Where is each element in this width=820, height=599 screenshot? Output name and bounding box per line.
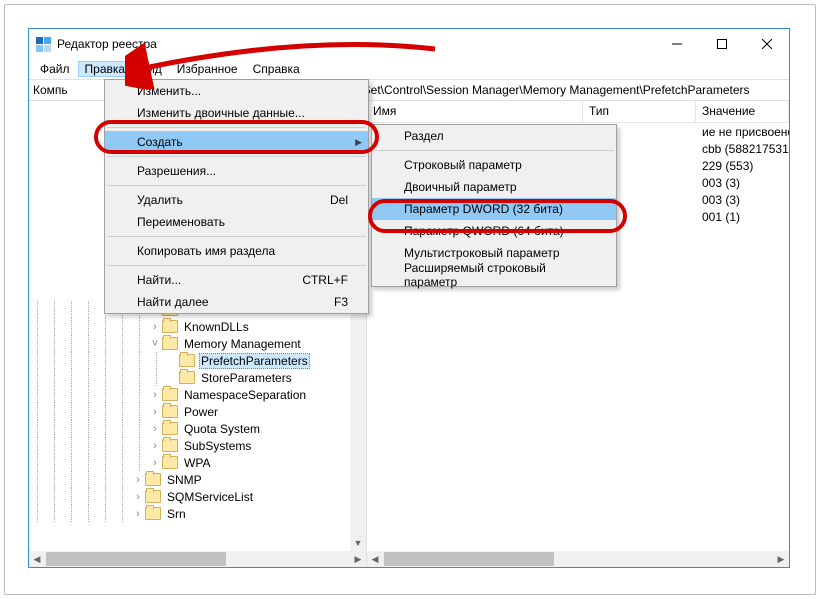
- tree-label: PrefetchParameters: [199, 353, 310, 369]
- menu-view[interactable]: Вид: [133, 61, 169, 77]
- address-suffix: Set\Control\Session Manager\Memory Manag…: [363, 83, 750, 97]
- submenu-arrow-icon: ▶: [355, 137, 362, 148]
- tree-item[interactable]: StoreParameters: [29, 369, 350, 386]
- expander-closed-icon[interactable]: ›: [131, 508, 145, 520]
- tree-item[interactable]: ˅ Memory Management: [29, 335, 350, 352]
- titlebar: Редактор реестра: [29, 29, 789, 59]
- scroll-left-icon[interactable]: ◀: [367, 551, 383, 567]
- tree-item[interactable]: › Power: [29, 403, 350, 420]
- scroll-right-icon[interactable]: ▶: [773, 551, 789, 567]
- folder-icon: [145, 473, 161, 486]
- tree-label: Power: [182, 405, 220, 419]
- app-icon: [35, 36, 51, 52]
- menu-favorites[interactable]: Избранное: [170, 61, 245, 77]
- menu-modify[interactable]: Изменить...: [105, 80, 368, 102]
- scroll-right-icon[interactable]: ▶: [350, 551, 366, 567]
- tree-scrollbar-h[interactable]: ◀ ▶: [29, 551, 366, 567]
- menu-file[interactable]: Файл: [33, 61, 77, 77]
- menu-find[interactable]: Найти...CTRL+F: [105, 269, 368, 291]
- folder-icon: [162, 422, 178, 435]
- expander-closed-icon[interactable]: ›: [148, 389, 162, 401]
- expander-closed-icon[interactable]: ›: [131, 491, 145, 503]
- expander-open-icon[interactable]: ˅: [148, 338, 162, 350]
- menubar: Файл Правка Вид Избранное Справка: [29, 59, 789, 79]
- tree-label: Srn: [165, 507, 188, 521]
- list-value: cbb (588217531): [696, 142, 789, 156]
- scroll-down-icon[interactable]: ▼: [350, 535, 366, 551]
- tree-item[interactable]: › Srn: [29, 505, 350, 522]
- tree-item[interactable]: › Quota System: [29, 420, 350, 437]
- folder-icon: [162, 405, 178, 418]
- tree-label: Memory Management: [182, 337, 303, 351]
- menu-modify-binary[interactable]: Изменить двоичные данные...: [105, 102, 368, 124]
- tree-label: WPA: [182, 456, 212, 470]
- expander-closed-icon[interactable]: ›: [148, 321, 162, 333]
- new-binary[interactable]: Двоичный параметр: [372, 176, 616, 198]
- folder-icon: [162, 320, 178, 333]
- expander-closed-icon[interactable]: ›: [148, 440, 162, 452]
- new-expandstring[interactable]: Расширяемый строковый параметр: [372, 264, 616, 286]
- folder-icon: [179, 354, 195, 367]
- list-value: 229 (553): [696, 159, 789, 173]
- tree-item[interactable]: › WPA: [29, 454, 350, 471]
- tree-item[interactable]: PrefetchParameters: [29, 352, 350, 369]
- address-prefix: Компь: [33, 83, 68, 97]
- menu-new[interactable]: Создать▶: [105, 131, 368, 153]
- scroll-left-icon[interactable]: ◀: [29, 551, 45, 567]
- expander-closed-icon[interactable]: ›: [148, 457, 162, 469]
- new-key[interactable]: Раздел: [372, 125, 616, 147]
- menu-help[interactable]: Справка: [246, 61, 307, 77]
- col-type[interactable]: Тип: [583, 101, 696, 122]
- tree-label: StoreParameters: [199, 371, 294, 385]
- folder-icon: [162, 388, 178, 401]
- tree-label: SNMP: [165, 473, 204, 487]
- tree-item[interactable]: › NamespaceSeparation: [29, 386, 350, 403]
- tree-item[interactable]: › SubSystems: [29, 437, 350, 454]
- list-value: 003 (3): [696, 193, 789, 207]
- list-value: 003 (3): [696, 176, 789, 190]
- new-submenu-dropdown: Раздел Строковый параметр Двоичный парам…: [371, 124, 617, 287]
- list-value: ие не присвоено): [696, 125, 789, 139]
- new-dword[interactable]: Параметр DWORD (32 бита): [372, 198, 616, 220]
- tree-item[interactable]: › KnownDLLs: [29, 318, 350, 335]
- folder-icon: [162, 439, 178, 452]
- menu-permissions[interactable]: Разрешения...: [105, 160, 368, 182]
- menu-find-next[interactable]: Найти далееF3: [105, 291, 368, 313]
- expander-closed-icon[interactable]: ›: [148, 406, 162, 418]
- list-scrollbar-h[interactable]: ◀ ▶: [367, 551, 789, 567]
- new-string[interactable]: Строковый параметр: [372, 154, 616, 176]
- window-title: Редактор реестра: [57, 37, 157, 51]
- menu-rename[interactable]: Переименовать: [105, 211, 368, 233]
- folder-icon: [162, 337, 178, 350]
- close-button[interactable]: [744, 30, 789, 59]
- tree-label: SQMServiceList: [165, 490, 255, 504]
- expander-closed-icon[interactable]: ›: [148, 423, 162, 435]
- tree-label: SubSystems: [182, 439, 253, 453]
- tree-label: Quota System: [182, 422, 262, 436]
- col-value[interactable]: Значение: [696, 101, 789, 122]
- maximize-button[interactable]: [699, 30, 744, 59]
- new-qword[interactable]: Параметр QWORD (64 бита): [372, 220, 616, 242]
- tree-label: KnownDLLs: [182, 320, 251, 334]
- minimize-button[interactable]: [654, 30, 699, 59]
- edit-menu-dropdown: Изменить... Изменить двоичные данные... …: [104, 79, 369, 314]
- folder-icon: [162, 456, 178, 469]
- list-header: Имя Тип Значение: [367, 101, 789, 123]
- menu-edit[interactable]: Правка: [78, 61, 133, 77]
- tree-label: NamespaceSeparation: [182, 388, 308, 402]
- tree-item[interactable]: › SQMServiceList: [29, 488, 350, 505]
- folder-icon: [179, 371, 195, 384]
- col-name[interactable]: Имя: [367, 101, 583, 122]
- tree-item[interactable]: › SNMP: [29, 471, 350, 488]
- list-value: 001 (1): [696, 210, 789, 224]
- folder-icon: [145, 507, 161, 520]
- menu-copy-key-name[interactable]: Копировать имя раздела: [105, 240, 368, 262]
- expander-closed-icon[interactable]: ›: [131, 474, 145, 486]
- menu-delete[interactable]: УдалитьDel: [105, 189, 368, 211]
- folder-icon: [145, 490, 161, 503]
